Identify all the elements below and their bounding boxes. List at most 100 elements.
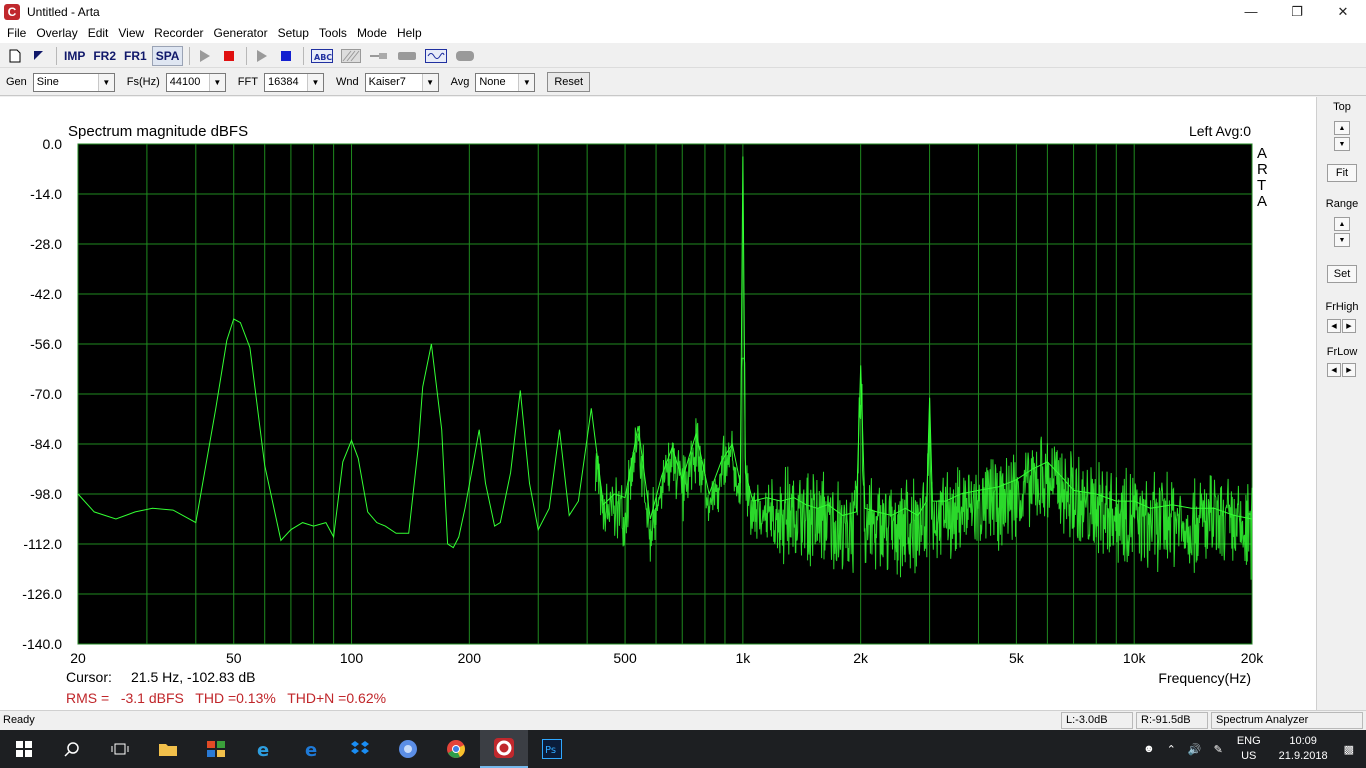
- wave-button[interactable]: [422, 46, 450, 66]
- fft-label: FFT: [237, 76, 258, 88]
- record-stop-button[interactable]: [218, 46, 240, 66]
- top-down-button[interactable]: ▼: [1334, 137, 1350, 151]
- chevron-up-icon[interactable]: ⌃: [1167, 743, 1176, 756]
- clock-date: 21.9.2018: [1278, 750, 1328, 762]
- people-icon[interactable]: ☻: [1143, 743, 1155, 755]
- minimize-button[interactable]: —: [1228, 0, 1274, 23]
- play-icon: [200, 49, 211, 62]
- y-tick-label: -140.0: [22, 636, 62, 652]
- taskbar-edge[interactable]: e: [288, 730, 336, 768]
- menu-overlay[interactable]: Overlay: [31, 26, 82, 40]
- frlow-left-button[interactable]: ◀: [1327, 363, 1341, 377]
- arta-icon: [494, 738, 514, 758]
- restore-button[interactable]: ❐: [1274, 0, 1320, 23]
- spectrum-mode-button[interactable]: SPA: [151, 45, 184, 66]
- right-level: R:-91.5dB: [1136, 712, 1208, 729]
- menu-generator[interactable]: Generator: [209, 26, 273, 40]
- sample-rate-value: 44100: [169, 76, 201, 88]
- clock[interactable]: 10:09 21.9.2018: [1279, 734, 1328, 764]
- probe-button[interactable]: [366, 46, 392, 66]
- start-button[interactable]: [0, 730, 48, 768]
- frlow-right-button[interactable]: ▶: [1342, 363, 1356, 377]
- taskbar-app-2[interactable]: [192, 730, 240, 768]
- range-up-button[interactable]: ▲: [1334, 217, 1350, 231]
- frlow-label: FrLow: [1326, 346, 1358, 358]
- pill-icon: [456, 50, 475, 61]
- y-tick-label: -28.0: [30, 236, 62, 252]
- y-tick-label: -42.0: [30, 286, 62, 302]
- window-function-value: Kaiser7: [368, 76, 406, 88]
- folder-icon: [159, 744, 177, 756]
- fft-size-select[interactable]: 16384 ▼: [263, 72, 324, 92]
- frhigh-left-button[interactable]: ◀: [1327, 319, 1341, 333]
- menu-recorder[interactable]: Recorder: [149, 26, 208, 40]
- svg-text:e: e: [305, 740, 317, 759]
- menu-edit[interactable]: Edit: [83, 26, 114, 40]
- search-button[interactable]: [48, 730, 96, 768]
- generator-select[interactable]: Sine ▼: [32, 72, 115, 92]
- fft-size-value: 16384: [267, 76, 299, 88]
- single-channel-fr-button[interactable]: FR1: [121, 46, 150, 66]
- taskbar-photoshop[interactable]: Ps: [528, 730, 576, 768]
- taskbar-dropbox[interactable]: [336, 730, 384, 768]
- reset-button[interactable]: Reset: [547, 72, 591, 92]
- grey-bar-button[interactable]: [394, 46, 420, 66]
- menu-tools[interactable]: Tools: [314, 26, 352, 40]
- taskbar-file-explorer[interactable]: [144, 730, 192, 768]
- abc-icon: ABC: [311, 48, 334, 63]
- menu-file[interactable]: File: [2, 26, 31, 40]
- menu-help[interactable]: Help: [392, 26, 427, 40]
- taskbar: e e Ps ☻ ⌃ 🔊 ✎ ENG US 10:09 21.9.2018 ▩: [0, 730, 1366, 768]
- arta-app-icon[interactable]: C: [4, 3, 20, 20]
- averaging-value: None: [479, 76, 506, 88]
- set-button[interactable]: Set: [1327, 265, 1357, 283]
- range-down-button[interactable]: ▼: [1334, 233, 1350, 247]
- probe-icon: [370, 52, 388, 59]
- wnd-label: Wnd: [335, 76, 359, 88]
- task-view-button[interactable]: [96, 730, 144, 768]
- hatched-button[interactable]: [338, 46, 364, 66]
- y-tick-label: 0.0: [43, 136, 63, 152]
- new-file-icon: [9, 49, 21, 62]
- x-tick-label: 100: [340, 650, 364, 666]
- volume-icon[interactable]: 🔊: [1188, 743, 1202, 756]
- chevron-down-icon: ▼: [208, 73, 225, 91]
- taskbar-internet-explorer[interactable]: e: [240, 730, 288, 768]
- chevron-down-icon: ▼: [518, 73, 535, 91]
- taskbar-chrome[interactable]: [432, 730, 480, 768]
- status-text: Ready: [3, 714, 35, 726]
- dual-channel-fr-button[interactable]: FR2: [90, 46, 119, 66]
- generator-stop-button[interactable]: [275, 46, 297, 66]
- spectrum-chart[interactable]: Spectrum magnitude dBFS Left Avg:0 0.0 -1…: [0, 97, 1316, 710]
- svg-text:ABC: ABC: [314, 53, 332, 62]
- grey-pill-button[interactable]: [452, 46, 478, 66]
- record-play-button[interactable]: [194, 46, 216, 66]
- frhigh-label: FrHigh: [1325, 301, 1359, 313]
- averaging-select[interactable]: None ▼: [475, 72, 536, 92]
- taskbar-arta[interactable]: [480, 730, 528, 768]
- toolbar-separator: [303, 46, 305, 65]
- open-button[interactable]: [28, 46, 50, 66]
- frhigh-right-button[interactable]: ▶: [1342, 319, 1356, 333]
- new-file-button[interactable]: [4, 46, 26, 66]
- top-up-button[interactable]: ▲: [1334, 121, 1350, 135]
- menu-mode[interactable]: Mode: [352, 26, 392, 40]
- toolbar-separator: [56, 46, 57, 65]
- toolbar-separator: [246, 46, 248, 65]
- notification-icon[interactable]: ▩: [1344, 743, 1354, 756]
- chevron-down-icon: ▼: [421, 73, 438, 91]
- network-icon[interactable]: ✎: [1214, 743, 1223, 756]
- generator-play-button[interactable]: [251, 46, 273, 66]
- menu-setup[interactable]: Setup: [273, 26, 314, 40]
- tiles-icon: [207, 741, 225, 757]
- menu-bar: File Overlay Edit View Recorder Generato…: [0, 23, 1366, 43]
- taskbar-chromium[interactable]: [384, 730, 432, 768]
- close-button[interactable]: ✕: [1320, 0, 1366, 23]
- abc-button[interactable]: ABC: [308, 46, 336, 66]
- fit-button[interactable]: Fit: [1327, 164, 1357, 182]
- sample-rate-select[interactable]: 44100 ▼: [165, 72, 226, 92]
- impulse-mode-button[interactable]: IMP: [61, 46, 88, 66]
- window-function-select[interactable]: Kaiser7 ▼: [364, 72, 439, 92]
- input-language[interactable]: ENG US: [1237, 734, 1261, 764]
- menu-view[interactable]: View: [113, 26, 149, 40]
